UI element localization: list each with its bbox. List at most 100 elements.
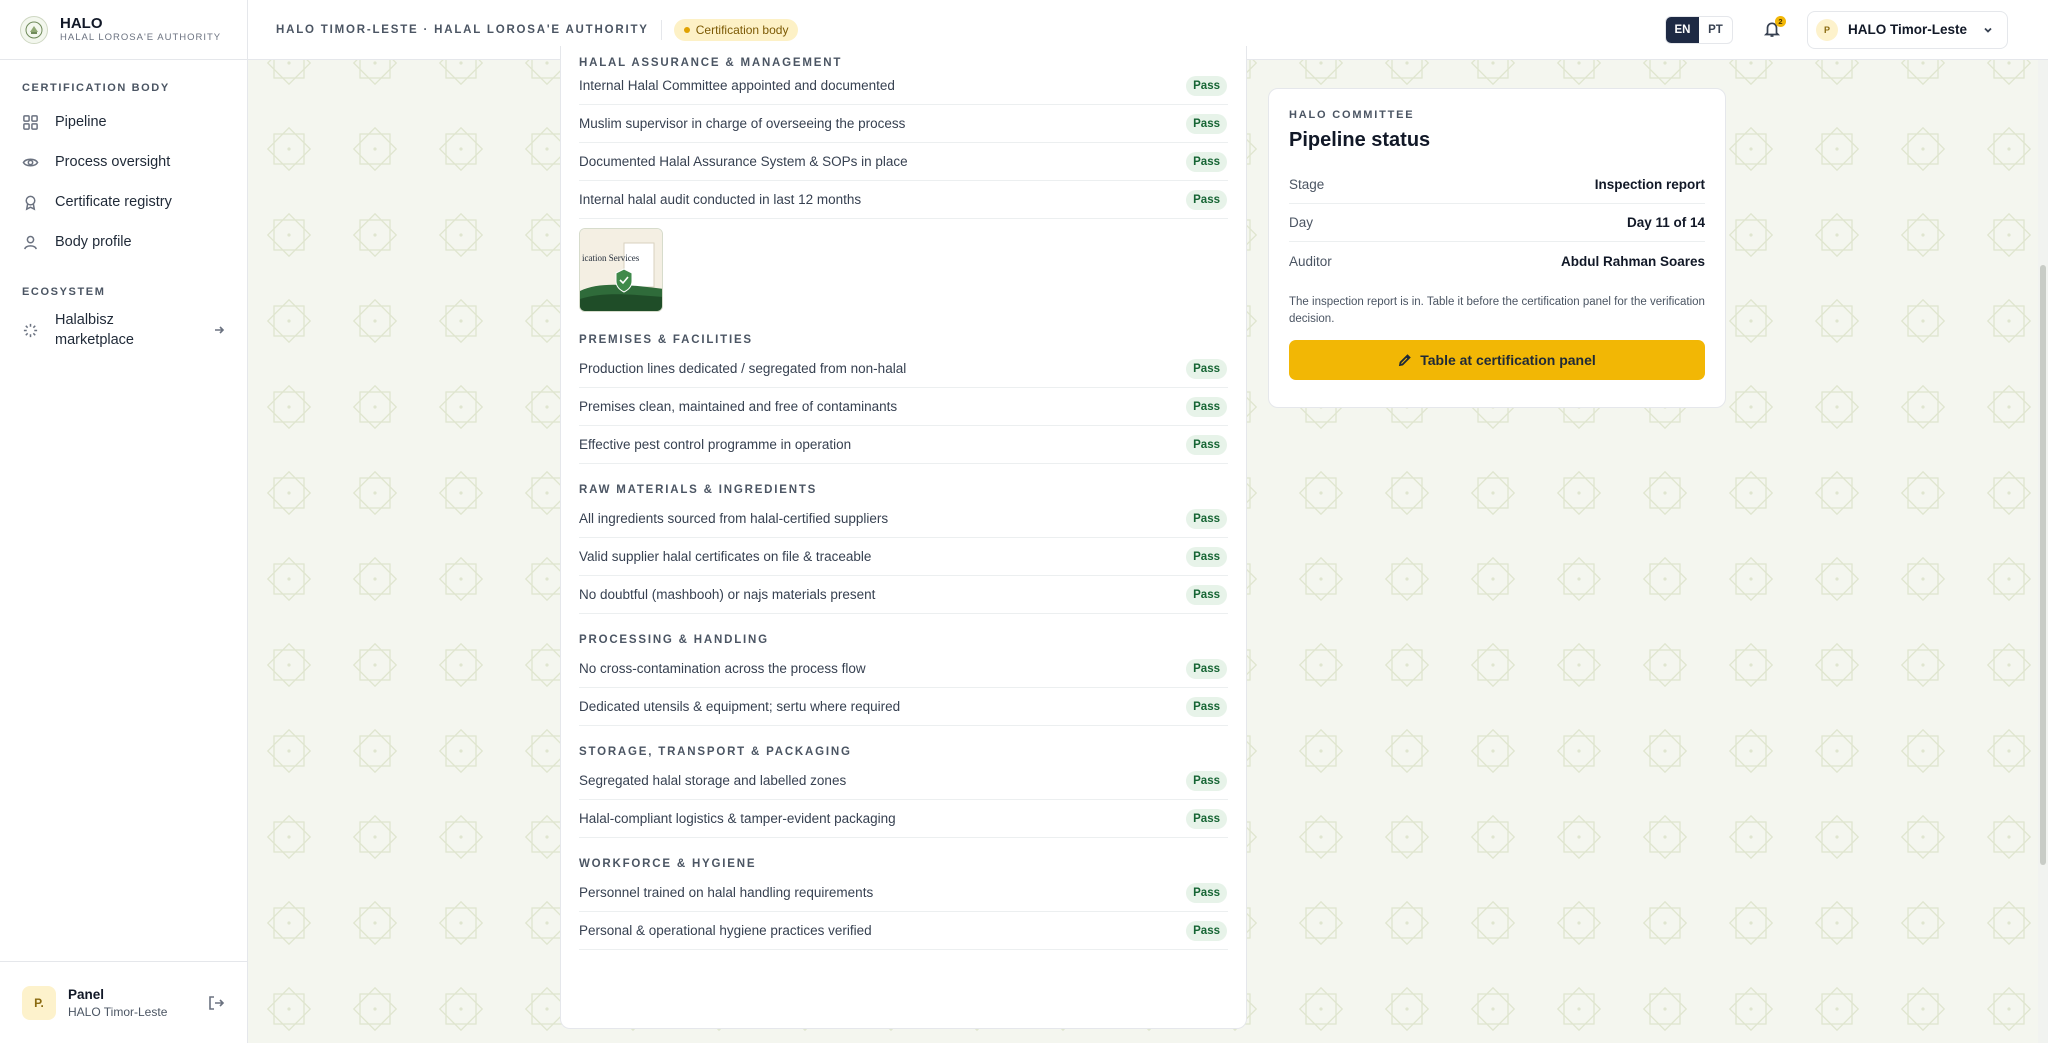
status-badge: Pass — [1186, 396, 1227, 417]
inspection-checklist: Halal assurance & management Internal Ha… — [560, 46, 1247, 1029]
check-item-label: Segregated halal storage and labelled zo… — [579, 773, 847, 788]
list-item: Effective pest control programme in oper… — [579, 426, 1228, 464]
pipeline-status-card: HALO Committee Pipeline status Stage Ins… — [1268, 88, 1726, 408]
status-badge: Pass — [1186, 434, 1227, 455]
user-icon — [24, 235, 37, 249]
list-item: Premises clean, maintained and free of c… — [579, 388, 1228, 426]
button-label: Table at certification panel — [1420, 352, 1596, 368]
language-en-button[interactable]: EN — [1665, 16, 1699, 43]
check-item-label: Valid supplier halal certificates on fil… — [579, 549, 872, 564]
table-at-certification-panel-button[interactable]: Table at certification panel — [1289, 340, 1705, 380]
list-item: Segregated halal storage and labelled zo… — [579, 762, 1228, 800]
card-title: Pipeline status — [1289, 129, 1431, 151]
logout-icon[interactable] — [207, 994, 225, 1012]
nav-section-ecosystem: ECOSYSTEM — [22, 286, 106, 298]
row-key: Auditor — [1289, 253, 1332, 269]
role-badge-label: Certification body — [695, 22, 789, 37]
sidebar-item-label: Certificate registry — [55, 194, 172, 210]
grid-icon — [23, 114, 38, 130]
sidebar-item-process-oversight[interactable]: Process oversight — [0, 142, 247, 182]
arrow-right-icon — [215, 326, 225, 334]
certificate-image: ication Services — [580, 229, 662, 311]
sidebar-item-body-profile[interactable]: Body profile — [0, 222, 247, 262]
eye-icon — [22, 158, 39, 166]
check-item-label: Premises clean, maintained and free of c… — [579, 399, 898, 414]
avatar: P. — [22, 985, 56, 1020]
check-item-label: Halal-compliant logistics & tamper-evide… — [579, 811, 896, 826]
list-item: Internal halal audit conducted in last 1… — [579, 181, 1228, 219]
row-value: Inspection report — [1594, 177, 1705, 192]
sidebar-item-pipeline[interactable]: Pipeline — [0, 102, 247, 142]
sidebar-item-label: Process oversight — [55, 154, 171, 170]
auditor-row: Auditor Abdul Rahman Soares — [1289, 242, 1705, 280]
check-item-label: Personnel trained on halal handling requ… — [579, 885, 874, 900]
section-title: Premises & facilities — [579, 334, 753, 346]
sidebar-footer: P. Panel HALO Timor-Leste — [0, 961, 247, 1043]
list-item: Dedicated utensils & equipment; sertu wh… — [579, 688, 1228, 726]
check-item-label: All ingredients sourced from halal-certi… — [579, 511, 889, 526]
status-badge: Pass — [1186, 151, 1227, 172]
check-item-label: No cross-contamination across the proces… — [579, 661, 866, 676]
notification-count-badge: 2 — [1774, 15, 1786, 27]
check-item-label: No doubtful (mashbooh) or najs materials… — [579, 587, 876, 602]
org-name: HALO Timor-Leste — [1847, 22, 1967, 37]
sidebar-item-label: Pipeline — [55, 114, 107, 130]
list-item: Valid supplier halal certificates on fil… — [579, 538, 1228, 576]
list-item: Muslim supervisor in charge of overseein… — [579, 105, 1228, 143]
footer-user-org: HALO Timor-Leste — [68, 1004, 168, 1019]
list-item: Personnel trained on halal handling requ… — [579, 874, 1228, 912]
check-item-label: Production lines dedicated / segregated … — [579, 361, 907, 376]
org-switcher[interactable]: P HALO Timor-Leste — [1806, 10, 2008, 49]
sidebar-item-certificate-registry[interactable]: Certificate registry — [0, 182, 247, 222]
sidebar-item-label: Halalbisz marketplace — [55, 312, 134, 348]
org-avatar: P — [1815, 18, 1838, 41]
role-badge: Certification body — [673, 18, 799, 41]
check-item-label: Muslim supervisor in charge of overseein… — [579, 116, 906, 131]
status-dot — [683, 26, 690, 33]
status-badge: Pass — [1186, 920, 1227, 941]
list-item: Personal & operational hygiene practices… — [579, 912, 1228, 950]
status-badge: Pass — [1186, 508, 1227, 529]
list-item: No doubtful (mashbooh) or najs materials… — [579, 576, 1228, 614]
card-eyebrow: HALO Committee — [1289, 109, 1415, 121]
sidebar: HALO HALAL LOROSA'E AUTHORITY CERTIFICAT… — [0, 0, 248, 1043]
page-scrollbar[interactable] — [2038, 60, 2048, 1043]
evidence-thumbnail[interactable]: ication Services — [579, 228, 663, 312]
sidebar-item-label: Body profile — [55, 234, 132, 250]
chevron-down-icon — [1984, 27, 1992, 33]
status-badge: Pass — [1186, 358, 1227, 379]
check-item-label: Effective pest control programme in oper… — [579, 437, 852, 452]
check-item-label: Internal halal audit conducted in last 1… — [579, 192, 862, 207]
status-badge: Pass — [1186, 770, 1227, 791]
brand[interactable]: HALO HALAL LOROSA'E AUTHORITY — [0, 0, 247, 60]
pencil-icon — [1399, 354, 1411, 367]
status-badge: Pass — [1186, 584, 1227, 605]
scrollbar-thumb[interactable] — [2040, 265, 2046, 865]
check-item-label: Personal & operational hygiene practices… — [579, 923, 872, 938]
row-key: Stage — [1289, 177, 1325, 192]
breadcrumb: HALO Timor-Leste · Halal Lorosa'e Author… — [276, 23, 649, 36]
award-icon — [25, 195, 36, 210]
day-row: Day Day 11 of 14 — [1289, 204, 1705, 242]
list-item: Internal Halal Committee appointed and d… — [579, 67, 1228, 105]
list-item: Halal-compliant logistics & tamper-evide… — [579, 800, 1228, 838]
language-pt-button[interactable]: PT — [1699, 17, 1732, 43]
status-badge: Pass — [1186, 658, 1227, 679]
status-badge: Pass — [1186, 696, 1227, 717]
row-value: Abdul Rahman Soares — [1560, 253, 1705, 269]
status-badge: Pass — [1186, 113, 1227, 134]
row-value: Day 11 of 14 — [1626, 215, 1705, 230]
brand-name: HALO — [60, 14, 103, 32]
list-item: No cross-contamination across the proces… — [579, 650, 1228, 688]
list-item: All ingredients sourced from halal-certi… — [579, 500, 1228, 538]
stage-row: Stage Inspection report — [1289, 166, 1705, 204]
notifications-button[interactable]: 2 — [1763, 15, 1786, 40]
status-badge: Pass — [1186, 189, 1227, 210]
section-title: Raw materials & ingredients — [579, 484, 818, 496]
sidebar-item-halalbisz-marketplace[interactable]: Halalbisz marketplace — [0, 306, 247, 354]
section-title: Processing & handling — [579, 634, 769, 646]
status-badge: Pass — [1186, 808, 1227, 829]
check-item-label: Documented Halal Assurance System & SOPs… — [579, 154, 908, 169]
section-title: Storage, transport & packaging — [579, 746, 852, 758]
row-key: Day — [1289, 215, 1314, 230]
